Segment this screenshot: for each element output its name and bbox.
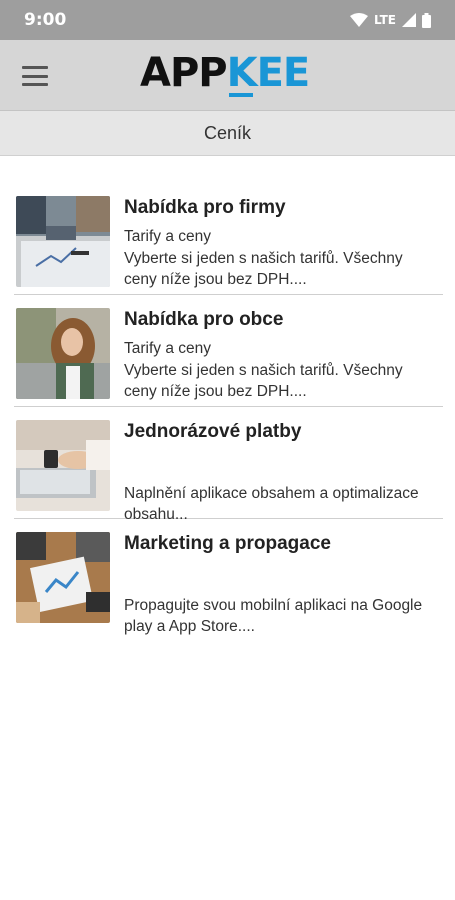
item-description: Propagujte svou mobilní aplikaci na Goog… <box>124 597 423 635</box>
item-title: Nabídka pro firmy <box>124 197 286 218</box>
page-title-bar: Ceník <box>0 111 455 156</box>
page-title: Ceník <box>203 122 252 143</box>
logo-part-kee-text: KEE <box>226 50 311 96</box>
item-title: Marketing a propagace <box>124 533 331 554</box>
list-item[interactable]: Marketing a propagace Propagujte svou mo… <box>14 519 443 635</box>
list-item[interactable]: Nabídka pro firmy Tarify a ceny Vyberte … <box>14 183 443 295</box>
pricing-list: Nabídka pro firmy Tarify a ceny Vyberte … <box>14 183 443 635</box>
logo-part-kee: KEE <box>226 50 311 97</box>
menu-icon[interactable] <box>22 66 48 86</box>
woman-with-phone-image <box>16 308 110 399</box>
app-logo: APPKEE <box>140 48 311 98</box>
item-title: Jednorázové platby <box>124 421 302 442</box>
app-bar: APPKEE <box>0 40 455 111</box>
item-title: Nabídka pro obce <box>124 309 284 330</box>
item-description: Vyberte si jeden s našich tarifů. Všechn… <box>124 362 403 400</box>
list-item[interactable]: Nabídka pro obce Tarify a ceny Vyberte s… <box>14 295 443 407</box>
laptop-phone-image <box>16 420 110 511</box>
status-time: 9:00 <box>24 10 67 30</box>
list-item[interactable]: Jednorázové platby Naplnění aplikace obs… <box>14 407 443 523</box>
status-bar: 9:00 LTE <box>0 0 455 40</box>
wifi-icon <box>349 13 368 27</box>
business-meeting-image <box>16 196 110 287</box>
signal-icon <box>402 13 416 27</box>
battery-icon <box>422 12 431 28</box>
logo-part-app: APP <box>140 50 228 96</box>
item-description: Vyberte si jeden s našich tarifů. Všechn… <box>124 250 403 288</box>
status-icons: LTE <box>349 12 431 28</box>
logo-underline <box>228 93 253 97</box>
item-subtitle: Tarify a ceny <box>124 340 212 357</box>
desk-charts-image <box>16 532 110 623</box>
network-label: LTE <box>373 13 396 27</box>
item-subtitle: Tarify a ceny <box>124 228 212 245</box>
